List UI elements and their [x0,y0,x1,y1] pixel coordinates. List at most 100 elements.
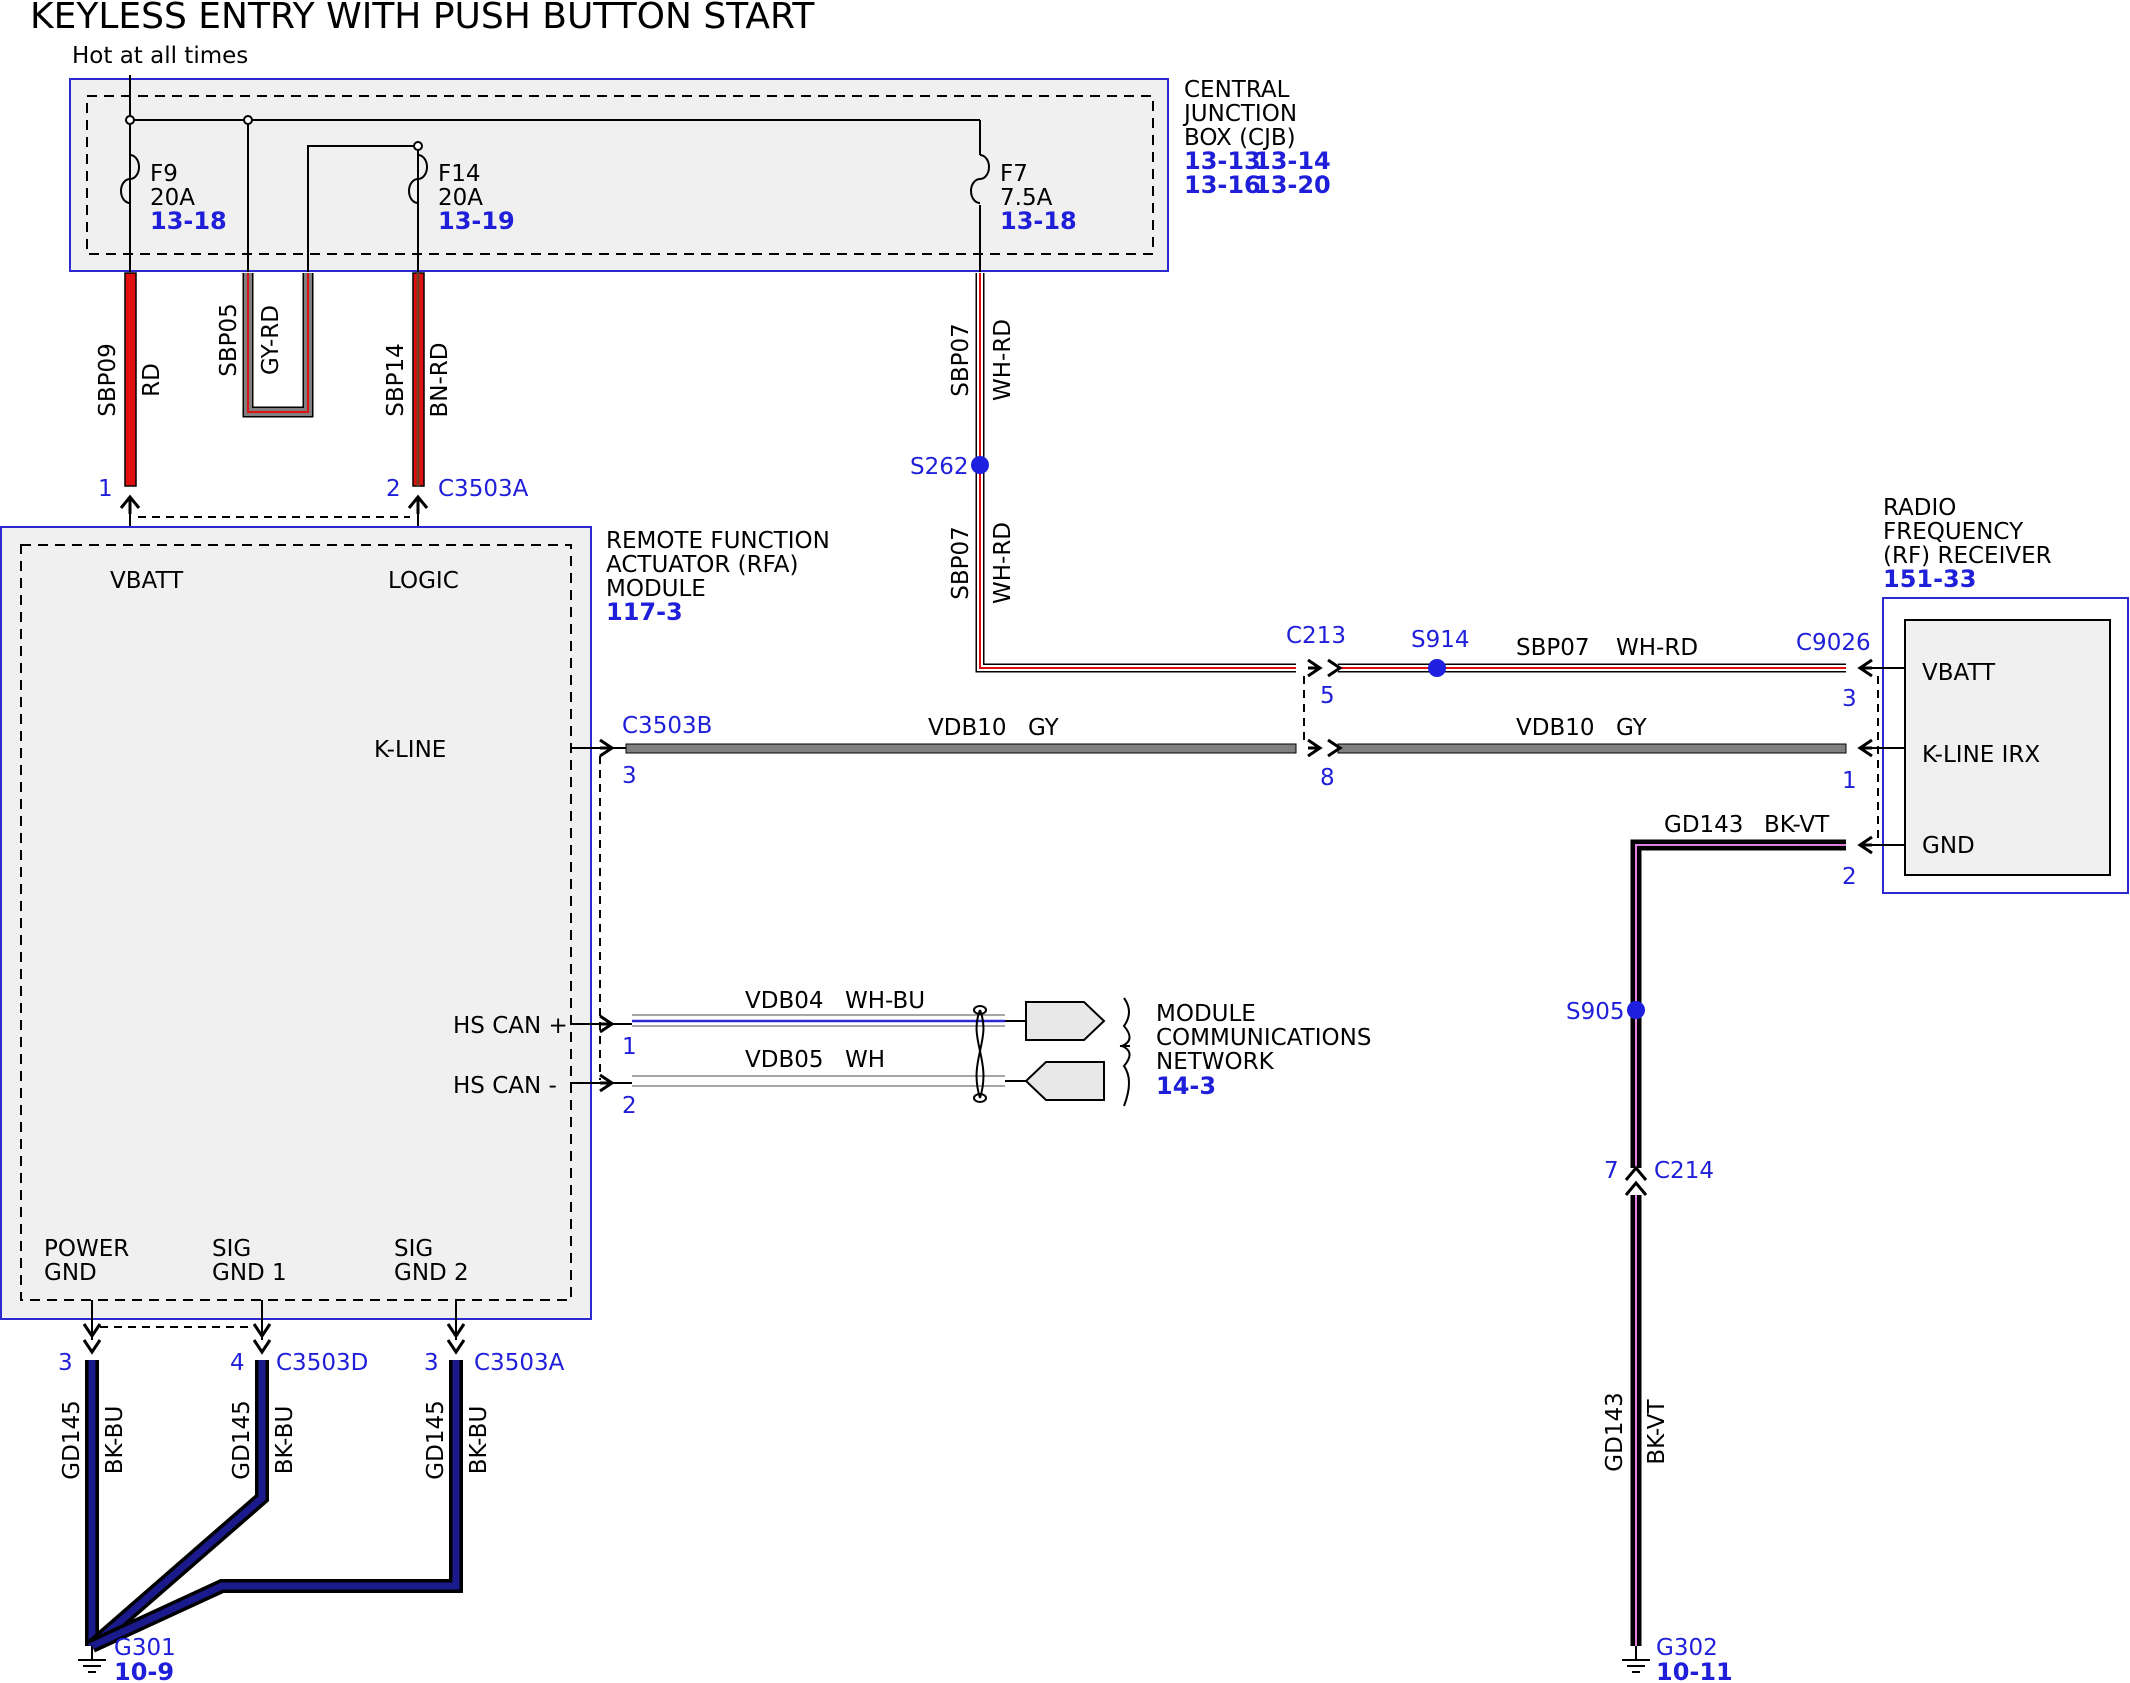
cjb-name-line-1: CENTRAL [1184,77,1290,103]
wire-vdb04 [632,1014,1005,1027]
wire-gd143-color-bottom: BK-VT [1644,1398,1670,1464]
wire-vdb10-left [625,743,1297,754]
rfa-kline-label: K-LINE [374,737,446,763]
rf-gnd-label: GND [1922,833,1975,859]
connector-c9026[interactable]: C9026 [1796,630,1871,656]
rf-kline-label: K-LINE IRX [1922,742,2040,768]
rfa-sig-gnd2-line-2: GND 2 [394,1260,469,1286]
pin-kline-rfa-number: 3 [622,763,637,789]
connector-c3503b[interactable]: C3503B [622,713,712,739]
ground-g301-icon [78,1646,106,1673]
fuse-f9-name: F9 [150,161,178,187]
wire-sbp09-color: RD [139,363,165,397]
rf-name-line-1: RADIO [1883,495,1956,521]
connector-pin-vbatt-icon [119,495,141,516]
rfa-name-line-1: REMOTE FUNCTION [606,528,830,554]
pin-logic-number: 2 [386,476,401,502]
wire-gd145-color-1: BK-BU [102,1406,128,1475]
rfa-logic-label: LOGIC [388,568,459,594]
wire-sbp07-color-right: WH-RD [1616,635,1698,661]
rfa-hscan-plus-label: HS CAN + [453,1013,568,1039]
mcn-plus-connector-icon [1025,1001,1106,1041]
pin-pgnd-number: 3 [58,1350,73,1376]
fuse-f7-name: F7 [1000,161,1028,187]
connector-c213[interactable]: C213 [1286,623,1346,649]
wire-gd145-circuit-3: GD145 [423,1400,449,1479]
wiring-diagram: KEYLESS ENTRY WITH PUSH BUTTON START Hot… [0,0,2129,1683]
rfa-sig-gnd2-line-1: SIG [394,1236,433,1262]
cjb-ref-link[interactable]: 13-16 [1184,171,1261,199]
brace-icon [1119,997,1131,1107]
diagram-title: KEYLESS ENTRY WITH PUSH BUTTON START [30,0,815,37]
wire-sbp05-color: GY-RD [258,305,284,375]
rfa-power-gnd-line-2: GND [44,1260,97,1286]
wire-sbp09-circuit: SBP09 [95,343,121,417]
connector-c3503a-bottom[interactable]: C3503A [474,1350,565,1376]
mcn-name-line-2: COMMUNICATIONS [1156,1025,1371,1051]
connector-c3503a-top[interactable]: C3503A [438,476,529,502]
ground-g301-ref-link[interactable]: 10-9 [114,1658,174,1683]
rfa-name-line-2: ACTUATOR (RFA) [606,552,798,578]
rf-ref-link[interactable]: 151-33 [1883,565,1976,593]
wire-vdb05-circuit: VDB05 [745,1047,824,1073]
wire-sbp07-circuit-upper: SBP07 [948,323,974,397]
rfa-sig-gnd1-line-1: SIG [212,1236,251,1262]
pin-c213-vbatt-number: 5 [1320,683,1335,709]
wire-sbp07-color-upper: WH-RD [990,319,1016,401]
wire-sbp14-circuit: SBP14 [383,343,409,417]
pin-c213-kline-number: 8 [1320,765,1335,791]
wire-sbp07-circuit-lower: SBP07 [948,526,974,600]
wire-vdb05-color: WH [845,1047,885,1073]
pin-hscan-plus-number: 1 [622,1034,637,1060]
pin-rf-vbatt-number: 3 [1842,686,1857,712]
ground-g302-ref-link[interactable]: 10-11 [1656,1658,1733,1683]
ground-g302-icon [1622,1646,1650,1673]
mcn-minus-connector-icon [1024,1061,1105,1101]
wire-vdb10-circuit-left: VDB10 [928,715,1007,741]
fuse-f7-ref-link[interactable]: 13-18 [1000,207,1077,235]
splice-s905[interactable] [1627,1001,1645,1019]
splice-s262-label[interactable]: S262 [910,454,969,480]
wire-vdb04-circuit: VDB04 [745,988,824,1014]
rfa-module [0,526,592,1320]
pin-vbatt-number: 1 [98,476,113,502]
fuse-f14-name: F14 [438,161,481,187]
mcn-ref-link[interactable]: 14-3 [1156,1072,1216,1100]
wire-gd145-color-3: BK-BU [466,1406,492,1475]
fuse-f14-ref-link[interactable]: 13-19 [438,207,515,235]
mcn-name-line-1: MODULE [1156,1001,1256,1027]
wire-sbp07 [975,273,1846,673]
wire-gd143-circuit-bottom: GD143 [1602,1392,1628,1471]
splice-s914-label[interactable]: S914 [1411,627,1470,653]
pin-rf-gnd-number: 2 [1842,864,1857,890]
rf-vbatt-label: VBATT [1922,660,1996,686]
pin-sig2-number: 3 [424,1350,439,1376]
pin-c214-number: 7 [1604,1158,1619,1184]
splice-s262[interactable] [971,456,989,474]
rfa-ref-link[interactable]: 117-3 [606,598,683,626]
cjb-name-line-2: JUNCTION [1182,101,1297,127]
wire-vdb10-right [1337,743,1847,754]
connector-c3503d[interactable]: C3503D [276,1350,368,1376]
wire-vdb04-color: WH-BU [845,988,925,1014]
wire-gd145 [85,1360,463,1653]
pin-sig1-number: 4 [230,1350,245,1376]
cjb-ref-link[interactable]: 13-20 [1254,171,1331,199]
splice-s914[interactable] [1428,659,1446,677]
fuse-f9-ref-link[interactable]: 13-18 [150,207,227,235]
rfa-power-gnd-line-1: POWER [44,1236,129,1262]
wire-vdb05 [632,1075,1005,1087]
splice-s905-label[interactable]: S905 [1566,999,1625,1025]
wire-gd145-circuit-2: GD145 [229,1400,255,1479]
wire-sbp05-circuit: SBP05 [216,303,242,377]
wire-gd143-circuit-top: GD143 [1664,812,1743,838]
wire-gd145-circuit-1: GD145 [59,1400,85,1479]
rfa-sig-gnd1-line-2: GND 1 [212,1260,287,1286]
connector-pin-logic-icon [407,495,429,516]
wire-gd145-color-2: BK-BU [272,1406,298,1475]
rfa-vbatt-label: VBATT [110,568,184,594]
wire-vdb10-circuit-right: VDB10 [1516,715,1595,741]
pin-hscan-minus-number: 2 [622,1093,637,1119]
wire-sbp09 [124,272,137,487]
connector-c214[interactable]: C214 [1654,1158,1714,1184]
